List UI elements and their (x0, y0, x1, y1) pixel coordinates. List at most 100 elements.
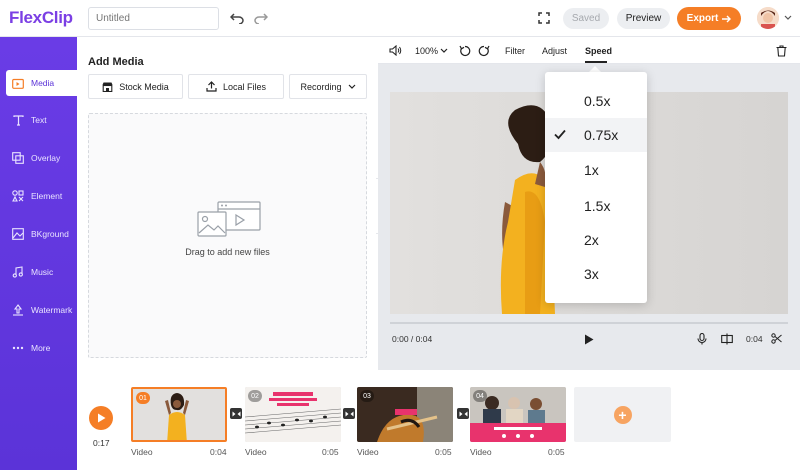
rotate-right-icon (478, 45, 490, 56)
media-files-icon (197, 201, 261, 237)
scissors-icon (770, 333, 782, 344)
chevron-down-icon (784, 15, 791, 20)
speed-option-label: 0.75x (584, 127, 619, 143)
adjust-label: Adjust (542, 45, 568, 56)
sidebar-item-watermark[interactable]: Watermark (0, 297, 77, 323)
undo-button[interactable] (229, 10, 245, 26)
media-panel: Add Media Stock Media Local Files Record… (77, 37, 378, 370)
timeline-play-button[interactable] (89, 406, 113, 430)
filter-tab[interactable]: Filter (505, 37, 525, 64)
sidebar-item-label: More (31, 343, 51, 353)
clip-duration-label: 0:05 (548, 447, 565, 457)
sidebar-item-text[interactable]: Text (0, 107, 77, 133)
watermark-icon (12, 304, 24, 316)
media-icon (12, 77, 24, 89)
sidebar-item-label: Element (31, 191, 63, 201)
rotate-left-button[interactable] (459, 37, 471, 64)
play-button[interactable] (583, 333, 595, 345)
saved-label: Saved (571, 13, 601, 24)
drop-hint-text: Drag to add new files (185, 247, 270, 257)
sidebar-item-background[interactable]: BKground (0, 221, 77, 247)
redo-button[interactable] (253, 10, 269, 26)
store-icon (102, 82, 113, 92)
sidebar-item-element[interactable]: Element (0, 183, 77, 209)
speed-option-0-75x[interactable]: 0.75x (545, 118, 647, 152)
stock-media-button[interactable]: Stock Media (88, 74, 183, 99)
rotate-right-button[interactable] (478, 37, 490, 64)
export-button[interactable]: Export (677, 7, 741, 30)
speed-option-1-5x[interactable]: 1.5x (545, 189, 647, 223)
clip-type-label: Video (357, 447, 379, 457)
transition-icon (345, 411, 353, 416)
background-icon (12, 228, 24, 240)
speed-option-3x[interactable]: 3x (545, 257, 647, 291)
timeline-clip-1[interactable]: 01 (131, 387, 227, 442)
fullscreen-button[interactable] (537, 11, 551, 25)
speed-option-1x[interactable]: 1x (545, 153, 647, 187)
split-icon (720, 333, 733, 344)
flexclip-editor: FlexClip Saved Preview Export Media (0, 0, 800, 470)
speed-option-label: 1.5x (584, 198, 611, 214)
sidebar-item-label: Media (31, 78, 55, 88)
speed-label: Speed (585, 45, 613, 56)
total-time: 0:17 (93, 438, 110, 448)
overlay-icon (12, 152, 24, 164)
upload-icon (206, 81, 217, 92)
editor-toolbar: 100% Filter Adjust Speed (378, 37, 800, 64)
speed-option-2x[interactable]: 2x (545, 223, 647, 257)
speed-option-0-5x[interactable]: 0.5x (545, 84, 647, 118)
preview-button[interactable]: Preview (617, 8, 670, 29)
top-bar: FlexClip Saved Preview Export (0, 0, 800, 37)
zoom-dropdown[interactable]: 100% (415, 37, 448, 64)
microphone-icon (697, 332, 707, 344)
trim-button[interactable] (770, 332, 782, 345)
timeline-clip-2[interactable]: 02 (245, 387, 341, 442)
delete-button[interactable] (776, 37, 787, 64)
text-icon (12, 114, 24, 126)
timeline-clip-4[interactable]: 04 (470, 387, 566, 442)
active-tab-indicator (585, 61, 607, 63)
transition-button[interactable] (230, 408, 242, 419)
local-files-button[interactable]: Local Files (188, 74, 284, 99)
voiceover-button[interactable] (696, 332, 708, 345)
zoom-value: 100% (415, 45, 439, 56)
export-label: Export (686, 13, 719, 24)
user-avatar[interactable] (757, 7, 779, 29)
add-clip-button[interactable]: + (574, 387, 671, 442)
arrow-right-icon (722, 15, 732, 22)
saved-button[interactable]: Saved (563, 8, 609, 29)
sidebar-item-label: BKground (31, 229, 69, 239)
flexclip-logo[interactable]: FlexClip (9, 8, 73, 28)
clip-type-label: Video (131, 447, 153, 457)
recording-dropdown[interactable]: Recording (289, 74, 367, 99)
clip-type-label: Video (470, 447, 492, 457)
speed-option-label: 0.5x (584, 93, 611, 109)
sidebar-item-overlay[interactable]: Overlay (0, 145, 77, 171)
element-icon (12, 190, 24, 202)
sidebar-item-label: Text (31, 115, 47, 125)
media-dropzone[interactable]: Drag to add new files (88, 113, 367, 358)
sidebar-item-label: Overlay (31, 153, 61, 163)
stock-media-label: Stock Media (119, 81, 169, 92)
sidebar-item-media[interactable]: Media (6, 70, 77, 96)
speed-option-label: 2x (584, 232, 599, 248)
volume-button[interactable] (389, 37, 402, 64)
account-menu-toggle[interactable] (783, 13, 792, 22)
speed-tab[interactable]: Speed (585, 37, 612, 64)
transition-button[interactable] (343, 408, 355, 419)
sidebar-item-music[interactable]: Music (0, 259, 77, 285)
transition-button[interactable] (457, 408, 469, 419)
project-name-input[interactable] (88, 7, 219, 30)
timeline: 0:17 01 Video 0:04 02 Video 0:05 03 Vide… (77, 370, 800, 470)
transition-icon (459, 411, 467, 416)
split-view-button[interactable] (720, 332, 733, 345)
recording-label: Recording (300, 81, 342, 92)
play-icon (585, 334, 594, 344)
clip-type-label: Video (245, 447, 267, 457)
sidebar-item-more[interactable]: More (0, 335, 77, 361)
chevron-down-icon (348, 84, 355, 89)
timeline-clip-3[interactable]: 03 (357, 387, 453, 442)
adjust-tab[interactable]: Adjust (542, 37, 567, 64)
playback-progress-bar[interactable] (390, 322, 788, 324)
clip-duration-label: 0:05 (435, 447, 452, 457)
